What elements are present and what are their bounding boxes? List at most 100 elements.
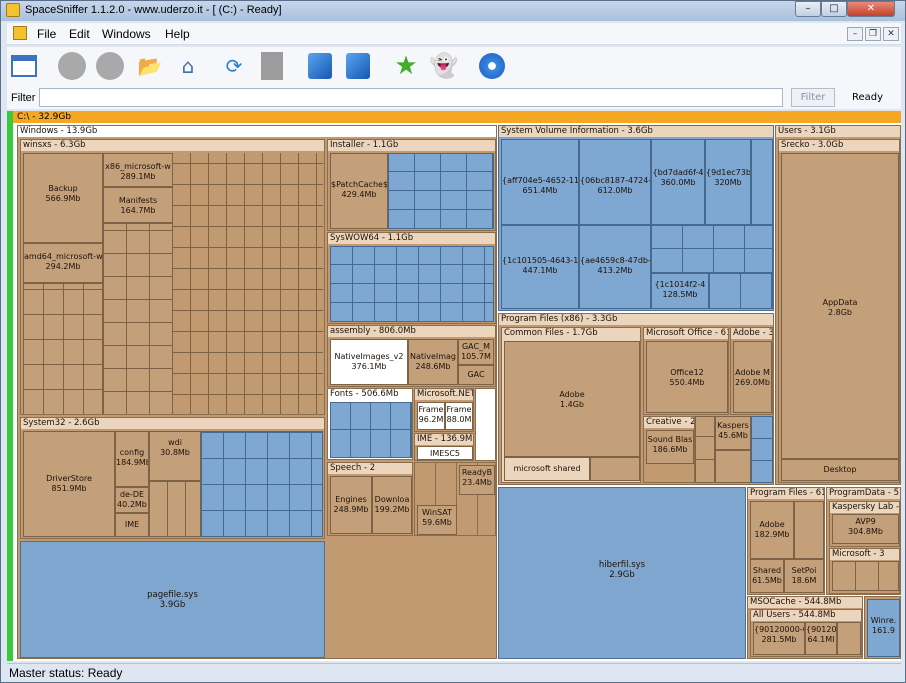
file-pagefile[interactable]: pagefile.sys 3.9Gb bbox=[20, 541, 325, 658]
cube-icon[interactable] bbox=[305, 51, 335, 81]
folder-misc[interactable]: ReadyB 23.4Mb WinSAT 59.6Mb bbox=[414, 462, 496, 536]
folder-framework64[interactable]: Frame 88.0M bbox=[445, 402, 473, 430]
folder-system-volume-information[interactable]: System Volume Information - 3.6Gb {aff70… bbox=[498, 125, 774, 311]
file-winre[interactable]: Winre. 161.9 bbox=[867, 599, 900, 657]
folder-adobe-x86[interactable]: Adobe - 3 Adobe M 269.0Mb bbox=[730, 327, 773, 415]
folder-x86-misc[interactable] bbox=[715, 450, 751, 483]
folder-program-files[interactable]: Program Files - 61 Adobe 182.9Mb Shared 61… bbox=[747, 487, 825, 595]
installer-files[interactable] bbox=[388, 153, 494, 229]
folder-winsat[interactable]: WinSAT 59.6Mb bbox=[417, 505, 457, 535]
font-files[interactable] bbox=[330, 402, 412, 458]
app-menu-icon[interactable] bbox=[13, 26, 27, 40]
folder-driverstore[interactable]: DriverStore 851.9Mb bbox=[23, 431, 115, 537]
folder-sound-blaster[interactable]: Sound Blas 186.6Mb bbox=[646, 430, 694, 464]
folder-dotnet[interactable]: Microsoft.NET Frame 96.2M Frame 88.0M bbox=[414, 388, 474, 432]
folder-mso-c[interactable] bbox=[837, 622, 861, 655]
file-svi-e-small[interactable] bbox=[751, 139, 773, 225]
filter-input[interactable] bbox=[39, 88, 783, 107]
file-hiberfil[interactable]: hiberfil.sys 2.9Gb bbox=[498, 487, 746, 659]
folder-installer[interactable]: Installer - 1.1Gb $PatchCache$ 429.4Mb bbox=[327, 139, 496, 231]
folder-users[interactable]: Users - 3.1Gb Srecko - 3.0Gb AppData 2.8G… bbox=[775, 125, 901, 485]
folder-gac[interactable]: GAC bbox=[458, 365, 494, 385]
refresh-icon[interactable]: ⟳ bbox=[219, 51, 249, 81]
folder-kaspersky-lab[interactable]: Kaspersky Lab - AVP9 304.8Mb bbox=[829, 501, 900, 547]
folder-fonts[interactable]: Fonts - 506.6Mb bbox=[327, 388, 413, 460]
folder-shared-pf[interactable]: Shared 61.5Mb bbox=[750, 559, 784, 593]
folder-setpoint[interactable]: SetPoi 18.6M bbox=[784, 559, 824, 593]
folder-x86ms[interactable]: x86_microsoft-w 289.1Mb bbox=[103, 153, 173, 187]
home-icon[interactable]: ⌂ bbox=[173, 51, 203, 81]
minimize-button[interactable]: – bbox=[795, 1, 821, 17]
folder-amd64ms[interactable]: amd64_microsoft-w 294.2Mb bbox=[23, 243, 103, 283]
open-folder-icon[interactable]: 📂 bbox=[135, 51, 165, 81]
file-svi-f[interactable]: {ae4659c8-47db-1 413.2Mb bbox=[579, 225, 651, 309]
folder-dede[interactable]: de-DE 40.2Mb bbox=[115, 487, 149, 513]
file-svi-e[interactable]: {1c101505-4643-11 447.1Mb bbox=[501, 225, 579, 309]
folder-avp9[interactable]: AVP9 304.8Mb bbox=[832, 514, 899, 544]
folder-winsxs[interactable]: winsxs - 6.3Gb Backup 566.9Mb x86_microso… bbox=[20, 139, 325, 415]
root-header[interactable]: C:\ - 32.9Gb bbox=[13, 111, 901, 123]
star-icon[interactable]: ★ bbox=[391, 51, 421, 81]
folder-all-users[interactable]: All Users - 544.8Mb {90120000-0 281.5Mb {… bbox=[750, 609, 862, 657]
menu-windows[interactable]: Windows bbox=[102, 27, 151, 41]
syswow64-files[interactable] bbox=[330, 246, 494, 322]
file-svi-d[interactable]: {9d1ec73b 320Mb bbox=[705, 139, 751, 225]
folder-common-files[interactable]: Common Files - 1.7Gb Adobe 1.4Gb microsof… bbox=[501, 327, 641, 483]
svi-more-files[interactable] bbox=[709, 273, 773, 309]
treemap[interactable]: C:\ - 32.9Gb Windows - 13.9Gb winsxs - 6… bbox=[7, 111, 901, 661]
system32-files[interactable] bbox=[201, 431, 323, 537]
gear-flower-icon[interactable] bbox=[477, 51, 507, 81]
folder-programdata[interactable]: ProgramData - 5 Kaspersky Lab - AVP9 304.… bbox=[826, 487, 901, 595]
winsxs-small-folders[interactable] bbox=[173, 153, 323, 414]
folder-readyboot[interactable]: ReadyB 23.4Mb bbox=[459, 465, 495, 495]
folder-patchcache[interactable]: $PatchCache$ 429.4Mb bbox=[330, 153, 388, 229]
mdi-minimize-button[interactable]: – bbox=[847, 27, 863, 41]
folder-system32[interactable]: System32 - 2.6Gb DriverStore 851.9Mb conf… bbox=[20, 417, 325, 539]
winsxs-amd64-folders[interactable] bbox=[103, 223, 173, 414]
folder-desktop[interactable]: Desktop bbox=[781, 459, 899, 481]
folder-nativeimages[interactable]: NativeImages_v2 376.1Mb bbox=[330, 339, 408, 385]
folder-config[interactable]: config 184.9Mb bbox=[115, 431, 149, 487]
stop-icon[interactable] bbox=[57, 51, 87, 81]
folder-backup[interactable]: Backup 566.9Mb bbox=[23, 153, 103, 243]
folder-windows[interactable]: Windows - 13.9Gb winsxs - 6.3Gb Backup 56… bbox=[17, 125, 497, 659]
menu-file[interactable]: File bbox=[37, 27, 56, 41]
x86-files[interactable] bbox=[751, 416, 773, 483]
folder-syswow64[interactable]: SysWOW64 - 1.1Gb bbox=[327, 232, 496, 324]
folder-office12[interactable]: Office12 550.4Mb bbox=[646, 341, 728, 413]
folder-mso-a[interactable]: {90120000-0 281.5Mb bbox=[753, 622, 805, 655]
folder-microsoft-pd[interactable]: Microsoft - 3 bbox=[829, 548, 900, 594]
file-icon[interactable] bbox=[257, 51, 287, 81]
folder-imesc5[interactable]: IMESC5 bbox=[417, 446, 473, 460]
folder-multimedia[interactable] bbox=[794, 501, 824, 559]
folder-x86-small[interactable] bbox=[695, 416, 715, 483]
folder-microsoft-office[interactable]: Microsoft Office - 61 Office12 550.4Mb bbox=[643, 327, 729, 415]
folder-ime[interactable]: IME bbox=[115, 513, 149, 537]
title-bar[interactable]: SpaceSniffer 1.1.2.0 - www.uderzo.it - [… bbox=[1, 1, 905, 21]
folder-creative[interactable]: Creative - 2 Sound Blas 186.6Mb bbox=[643, 416, 695, 483]
folder-speech[interactable]: Speech - 2 Engines 248.9Mb Downloa 199.2Mb bbox=[327, 462, 413, 536]
close-button[interactable]: ✕ bbox=[847, 1, 895, 17]
folder-adobe-media[interactable]: Adobe M 269.0Mb bbox=[733, 341, 772, 413]
folder-ime2[interactable]: IME - 136.9M IMESC5 bbox=[414, 433, 474, 461]
microsoft-pd-folders[interactable] bbox=[832, 561, 899, 591]
folder-nativeimages2[interactable]: NativeImag 248.6Mb bbox=[408, 339, 458, 385]
mdi-close-button[interactable]: ✕ bbox=[883, 27, 899, 41]
folder-appdata[interactable]: AppData 2.8Gb bbox=[781, 153, 899, 459]
folder-kaspersky-x86[interactable]: Kaspers 45.6Mb bbox=[715, 416, 751, 450]
folder-recovery[interactable]: Winre. 161.9 bbox=[864, 596, 901, 659]
folder-gac-msil[interactable]: GAC_M 105.7M bbox=[458, 339, 494, 365]
folder-assembly[interactable]: assembly - 806.0Mb NativeImages_v2 376.1M… bbox=[327, 325, 496, 387]
folder-engines[interactable]: Engines 248.9Mb bbox=[330, 476, 372, 534]
maximize-button[interactable]: □ bbox=[821, 1, 847, 17]
file-svi-b[interactable]: {06bc8187-4724-1 612.0Mb bbox=[579, 139, 651, 225]
file-svi-g[interactable]: {1c1014f2-4 128.5Mb bbox=[651, 273, 709, 309]
folder-microsoft-shared[interactable]: microsoft shared bbox=[504, 457, 590, 481]
menu-help[interactable]: Help bbox=[165, 27, 190, 41]
winsxs-manifest-folders[interactable] bbox=[23, 283, 103, 414]
cube-alt-icon[interactable] bbox=[343, 51, 373, 81]
folder-manifests[interactable]: Manifests 164.7Mb bbox=[103, 187, 173, 223]
folder-adobe-common[interactable]: Adobe 1.4Gb bbox=[504, 341, 640, 457]
folder-srecko[interactable]: Srecko - 3.0Gb AppData 2.8Gb Desktop bbox=[778, 139, 900, 483]
folder-msocache[interactable]: MSOCache - 544.8Mb All Users - 544.8Mb {… bbox=[747, 596, 863, 659]
